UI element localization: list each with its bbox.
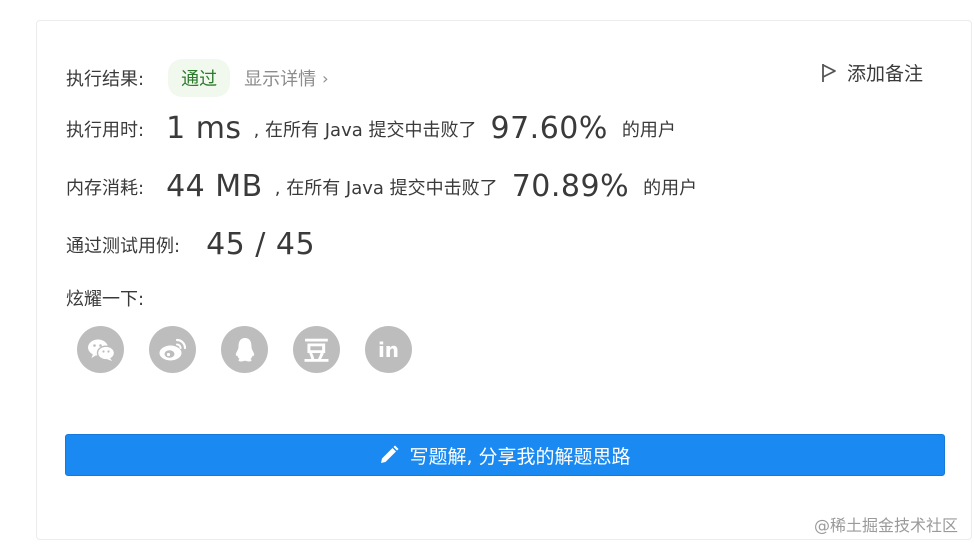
add-note-label: 添加备注 — [846, 63, 923, 85]
watermark: @稀土掘金技术社区 — [813, 516, 958, 535]
submission-result-card: 执行结果: 通过 显示详情 › 添加备注 执行用时: 1 ms , 在所有 Ja… — [36, 20, 972, 540]
share-buttons: 豆 in — [77, 326, 412, 373]
runtime-percent: 97.60% — [490, 111, 608, 146]
runtime-row: 执行用时: 1 ms , 在所有 Java 提交中击败了 97.60% 的用户 — [66, 111, 676, 146]
result-label: 执行结果: — [66, 69, 145, 90]
write-solution-label: 写题解, 分享我的解题思路 — [409, 445, 631, 468]
share-linkedin-button[interactable]: in — [365, 326, 412, 373]
status-badge: 通过 — [168, 59, 231, 97]
memory-row: 内存消耗: 44 MB , 在所有 Java 提交中击败了 70.89% 的用户 — [66, 169, 697, 204]
chevron-right-icon: › — [322, 68, 329, 88]
memory-label: 内存消耗: — [66, 177, 145, 199]
tests-row: 通过测试用例: 45 / 45 — [66, 227, 315, 262]
pencil-icon — [381, 445, 399, 463]
memory-value: 44 MB — [166, 169, 263, 204]
result-row: 执行结果: 通过 显示详情 › — [66, 59, 328, 97]
share-qq-button[interactable] — [221, 326, 268, 373]
share-weibo-button[interactable] — [149, 326, 196, 373]
weibo-icon — [159, 338, 186, 360]
share-wechat-button[interactable] — [77, 326, 124, 373]
write-solution-button[interactable]: 写题解, 分享我的解题思路 — [65, 434, 945, 476]
runtime-beat-text: , 在所有 Java 提交中击败了 — [253, 119, 477, 141]
share-row-label: 炫耀一下: — [66, 285, 144, 311]
show-details-link[interactable]: 显示详情 › — [244, 65, 328, 91]
share-label: 炫耀一下: — [66, 289, 145, 310]
tests-value: 45 / 45 — [206, 227, 316, 262]
douban-icon: 豆 — [303, 337, 330, 367]
linkedin-icon: in — [377, 337, 400, 362]
runtime-value: 1 ms — [166, 111, 242, 146]
memory-beat-text: , 在所有 Java 提交中击败了 — [274, 177, 498, 199]
memory-suffix: 的用户 — [643, 177, 698, 199]
wechat-icon — [87, 339, 115, 361]
memory-percent: 70.89% — [511, 169, 630, 204]
runtime-label: 执行用时: — [66, 119, 145, 141]
show-details-label: 显示详情 — [244, 69, 317, 90]
qq-icon — [235, 337, 254, 361]
tests-label: 通过测试用例: — [66, 235, 181, 257]
share-douban-button[interactable]: 豆 — [293, 326, 340, 373]
add-note-button[interactable]: 添加备注 — [821, 59, 923, 86]
runtime-suffix: 的用户 — [621, 119, 676, 141]
flag-icon — [822, 63, 836, 82]
